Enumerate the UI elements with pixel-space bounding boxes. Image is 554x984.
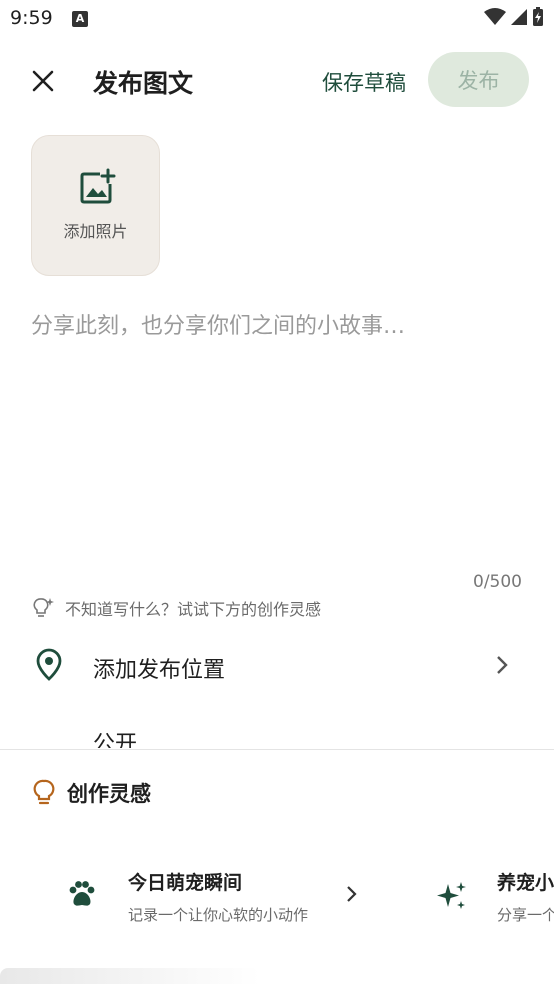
close-button[interactable] xyxy=(26,64,60,98)
status-icons xyxy=(484,7,544,27)
inspiration-card-desc: 记录一个让你心软的小动作 xyxy=(128,906,309,924)
char-count: 0/500 xyxy=(473,572,522,592)
home-indicator xyxy=(0,968,260,984)
header: 发布图文 保存草稿 发布 xyxy=(0,50,554,110)
battery-icon xyxy=(533,7,543,26)
notification-badge: A xyxy=(72,11,88,27)
signal-icon xyxy=(511,9,527,25)
status-time: 9:59 xyxy=(10,7,53,29)
add-location-row[interactable]: 添加发布位置 xyxy=(0,634,554,698)
close-icon xyxy=(32,70,54,92)
status-bar: 9:59 A xyxy=(0,0,554,38)
inspiration-header: 创作灵感 xyxy=(33,778,151,808)
publish-button-label: 发布 xyxy=(457,68,500,93)
inspiration-card-title: 今日萌宠瞬间 xyxy=(128,872,243,894)
inspiration-card-desc: 分享一个 xyxy=(497,906,554,924)
page-title: 发布图文 xyxy=(93,69,194,98)
inspiration-card[interactable]: 今日萌宠瞬间 记录一个让你心软的小动作 xyxy=(67,862,367,932)
visibility-label[interactable]: 公开 xyxy=(93,730,137,748)
lightbulb-icon xyxy=(33,779,55,805)
save-draft-button[interactable]: 保存草稿 xyxy=(322,67,406,97)
add-photo-button[interactable]: 添加照片 xyxy=(31,135,160,276)
add-location-label: 添加发布位置 xyxy=(93,658,226,683)
inspiration-panel: 创作灵感 今日萌宠瞬间 记录一个让你心软的小动作 养宠小 分享一个 xyxy=(0,749,554,984)
post-content-input[interactable] xyxy=(31,305,523,555)
chevron-right-icon xyxy=(497,656,508,674)
inspiration-title: 创作灵感 xyxy=(67,782,151,806)
lightbulb-sparkle-icon xyxy=(33,598,54,617)
tip-text: 不知道写什么？试试下方的创作灵感 xyxy=(65,600,322,619)
publish-button[interactable]: 发布 xyxy=(428,52,529,107)
add-photo-icon xyxy=(80,168,115,204)
chevron-right-icon xyxy=(347,886,357,902)
inspiration-card-title: 养宠小 xyxy=(497,872,554,894)
map-pin-icon xyxy=(36,648,62,681)
inspiration-card[interactable]: 养宠小 分享一个 xyxy=(436,862,554,932)
sparkle-icon xyxy=(437,882,466,909)
add-photo-label: 添加照片 xyxy=(63,222,128,241)
writing-tip: 不知道写什么？试试下方的创作灵感 xyxy=(31,596,321,620)
wifi-icon xyxy=(484,8,506,25)
paw-icon xyxy=(69,881,95,906)
